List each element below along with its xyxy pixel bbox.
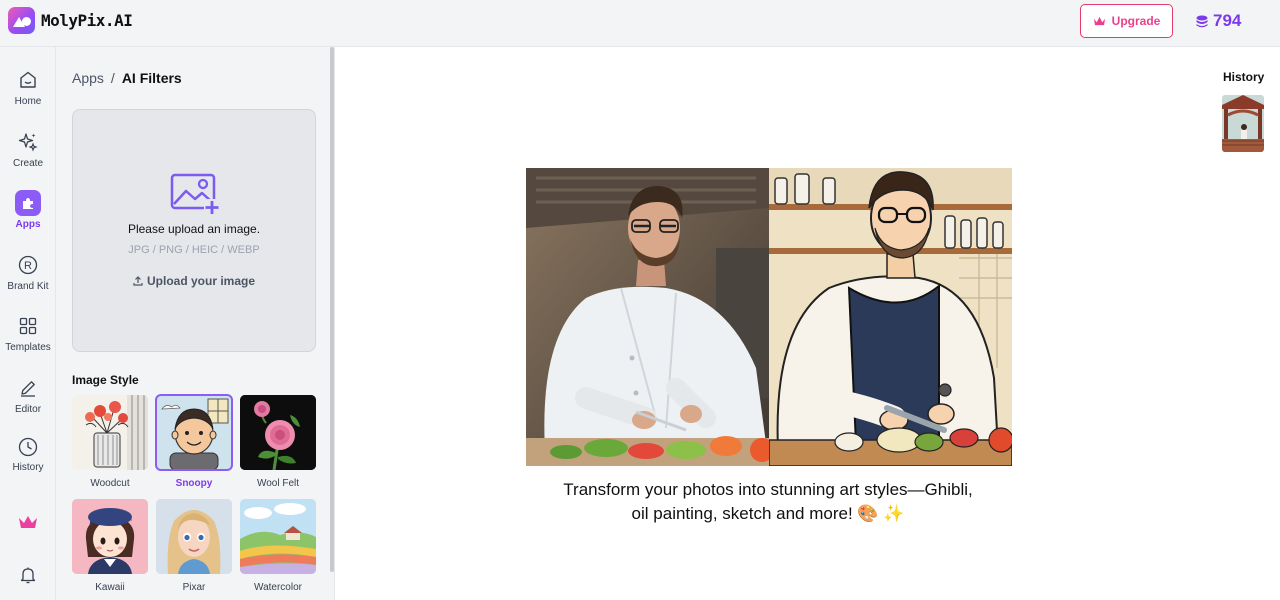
registered-icon: R (17, 254, 39, 276)
crown-icon (19, 516, 37, 528)
style-thumbnail (155, 394, 233, 471)
breadcrumb-apps[interactable]: Apps (72, 70, 104, 86)
nav-brand-kit-label: Brand Kit (7, 281, 49, 292)
main-canvas: History Transform your photos into stunn… (335, 47, 1280, 600)
nav-history-label: History (12, 462, 44, 473)
breadcrumb: Apps / AI Filters (72, 70, 182, 86)
ai-filters-panel: Apps / AI Filters Please upload an image… (56, 47, 335, 600)
filtered-result (769, 168, 1012, 466)
original-photo (526, 168, 769, 466)
style-label: Pixar (182, 582, 206, 593)
app-name: MolyPix.AI (41, 11, 133, 30)
image-upload-dropzone[interactable]: Please upload an image. JPG / PNG / HEIC… (72, 109, 316, 352)
left-nav-rail: Home Create Apps R Brand Kit Templates E… (0, 47, 56, 600)
before-after-preview (526, 168, 1012, 466)
credits-balance[interactable]: 794 (1196, 11, 1241, 31)
style-label: Wool Felt (256, 478, 300, 489)
nav-home-label: Home (14, 96, 42, 107)
svg-text:R: R (24, 260, 32, 272)
coins-icon (1196, 15, 1208, 27)
upload-formats: JPG / PNG / HEIC / WEBP (128, 244, 260, 256)
app-logo[interactable]: MolyPix.AI (8, 7, 133, 34)
style-thumbnail (72, 499, 148, 574)
style-thumbnail (72, 395, 148, 470)
grid-icon (17, 315, 39, 337)
nav-create[interactable]: Create (0, 131, 55, 169)
style-wool-felt[interactable]: Wool Felt (240, 395, 316, 489)
upgrade-button[interactable]: Upgrade (1080, 4, 1173, 38)
credits-count: 794 (1213, 11, 1242, 30)
nav-editor-label: Editor (14, 404, 42, 415)
crown-icon (1093, 16, 1105, 25)
hero-tagline: Transform your photos into stunning art … (563, 480, 973, 523)
style-thumbnail (240, 499, 316, 574)
upload-icon (133, 276, 143, 286)
style-label: Woodcut (90, 478, 130, 489)
nav-history[interactable]: History (0, 437, 55, 473)
nav-apps[interactable]: Apps (0, 190, 55, 230)
style-thumbnail (240, 395, 316, 470)
add-image-icon (170, 173, 220, 215)
style-watercolor[interactable]: Watercolor (240, 499, 316, 593)
panel-scrollbar[interactable] (330, 47, 334, 572)
history-heading: History (1223, 70, 1265, 84)
upload-prompt: Please upload an image. (127, 222, 261, 236)
nav-apps-label: Apps (15, 219, 41, 230)
image-style-heading: Image Style (72, 373, 139, 387)
breadcrumb-separator: / (110, 70, 115, 86)
puzzle-icon (15, 190, 41, 216)
style-pixar[interactable]: Pixar (156, 499, 232, 593)
breadcrumb-current: AI Filters (121, 70, 182, 86)
style-thumbnail (156, 499, 232, 574)
nav-notifications[interactable] (0, 565, 55, 585)
nav-templates[interactable]: Templates (0, 315, 55, 353)
nav-templates-label: Templates (5, 342, 51, 353)
logo-icon (8, 7, 35, 34)
sparkle-icon (17, 131, 39, 153)
home-icon (17, 69, 39, 91)
nav-editor[interactable]: Editor (0, 377, 55, 415)
nav-home[interactable]: Home (0, 69, 55, 107)
clock-icon (17, 437, 39, 457)
nav-create-label: Create (12, 158, 43, 169)
style-kawaii[interactable]: Kawaii (72, 499, 148, 593)
style-label: Snoopy (175, 478, 213, 489)
nav-premium[interactable] (0, 514, 55, 530)
style-label: Watercolor (254, 582, 302, 593)
style-snoopy[interactable]: Snoopy (155, 394, 233, 489)
style-woodcut[interactable]: Woodcut (72, 395, 148, 489)
bell-icon (20, 567, 36, 584)
top-bar: MolyPix.AI Upgrade 794 (0, 0, 1280, 47)
style-label: Kawaii (95, 582, 125, 593)
upload-image-label: Upload your image (146, 274, 256, 288)
upload-image-button[interactable]: Upload your image (73, 274, 315, 288)
history-thumbnail[interactable] (1222, 95, 1264, 152)
upgrade-label: Upgrade (1111, 14, 1161, 28)
nav-brand-kit[interactable]: R Brand Kit (0, 254, 55, 292)
pencil-icon (17, 377, 39, 399)
